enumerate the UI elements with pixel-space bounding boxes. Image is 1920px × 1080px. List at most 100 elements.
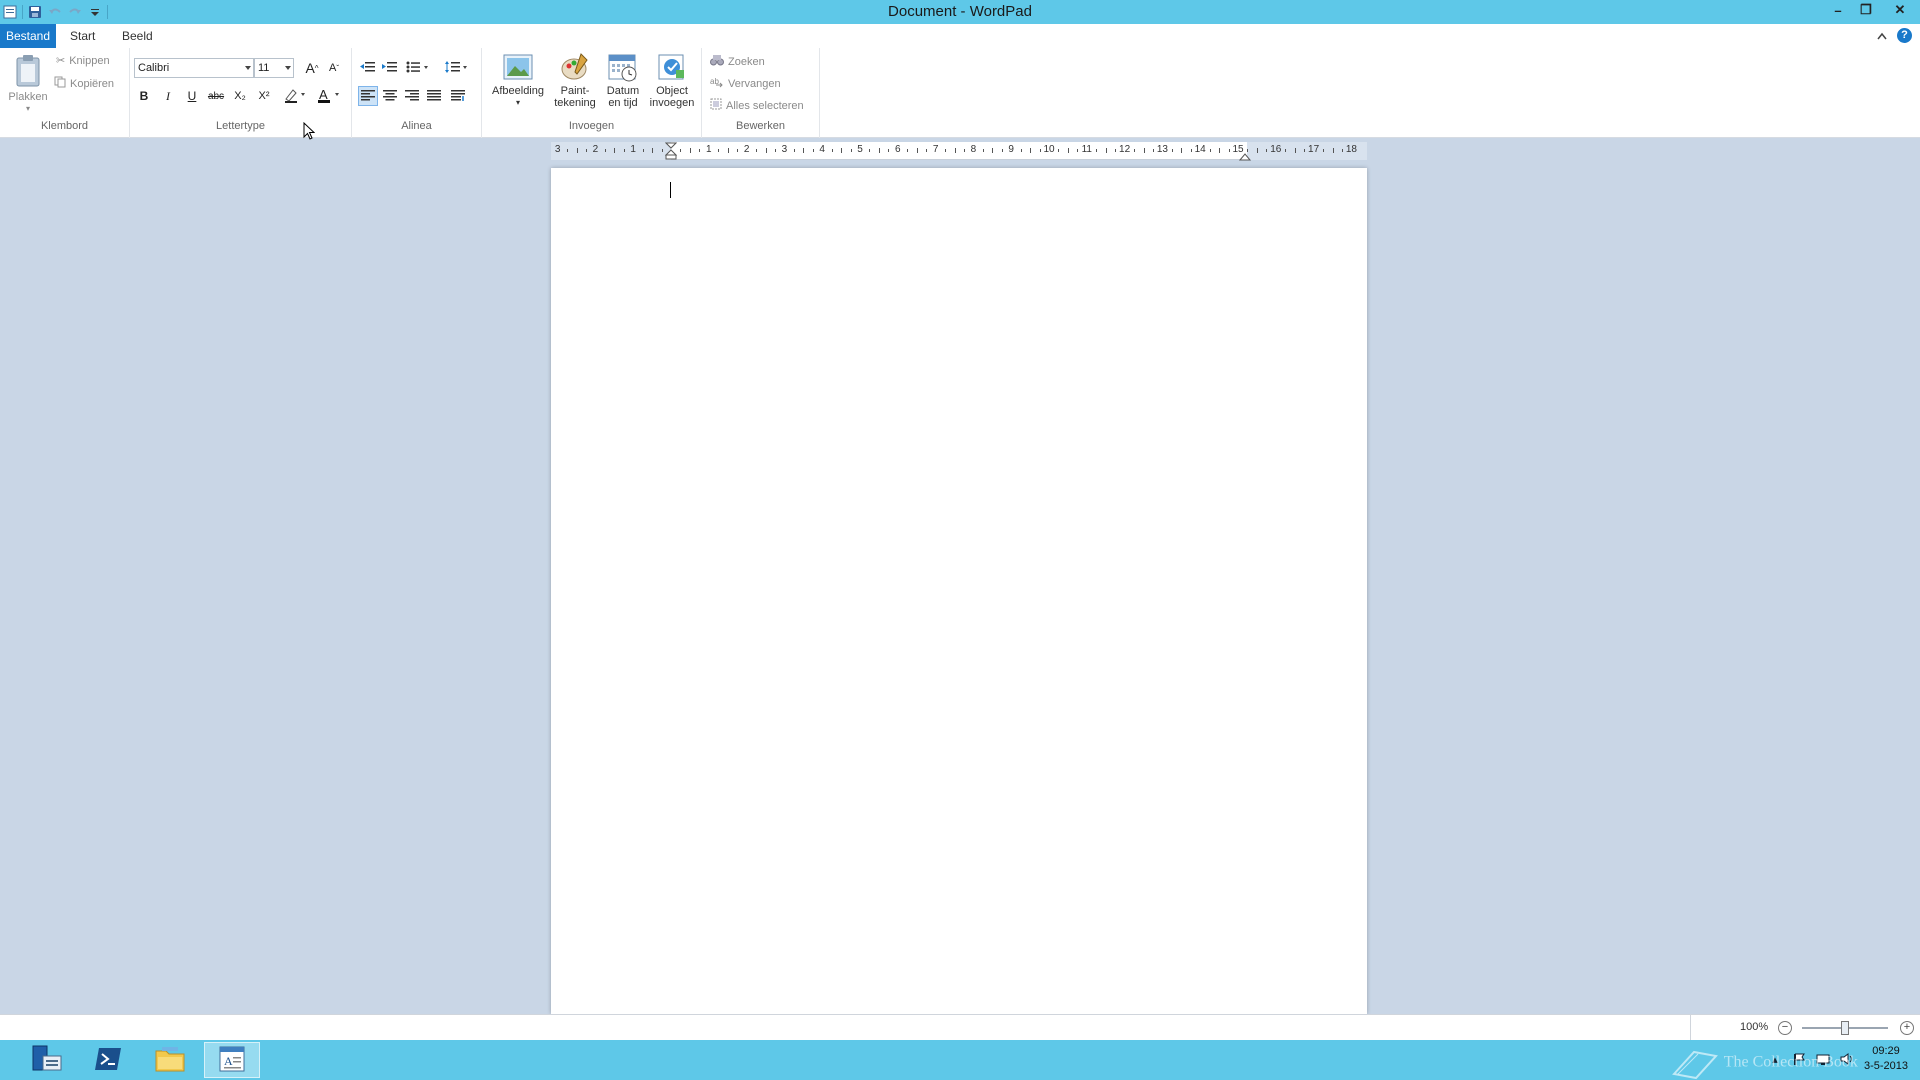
line-spacing-button[interactable] bbox=[442, 58, 472, 78]
ruler-label: 10 bbox=[1043, 144, 1055, 155]
ruler-tick bbox=[1067, 148, 1069, 153]
select-all-button[interactable]: Alles selecteren bbox=[710, 98, 804, 113]
tab-file[interactable]: Bestand bbox=[0, 24, 56, 48]
ruler-tick bbox=[1001, 149, 1003, 152]
close-button[interactable]: ✕ bbox=[1880, 0, 1920, 20]
copy-icon bbox=[54, 76, 66, 91]
taskbar-file-explorer[interactable] bbox=[142, 1042, 198, 1078]
ruler-tick bbox=[888, 149, 890, 152]
watermark: The Collection Book bbox=[1670, 1046, 1858, 1080]
ruler-label: 11 bbox=[1081, 144, 1092, 155]
ruler-tick bbox=[869, 149, 871, 152]
ruler-label: 5 bbox=[857, 144, 863, 155]
replace-button[interactable]: ab Vervangen bbox=[710, 76, 781, 91]
chevron-down-icon bbox=[285, 66, 291, 70]
ruler-tick bbox=[604, 149, 606, 152]
paragraph-group-label: Alinea bbox=[401, 120, 432, 132]
ruler-tick bbox=[737, 149, 739, 152]
bullets-button[interactable] bbox=[404, 58, 434, 78]
minimize-button[interactable]: – bbox=[1824, 0, 1852, 20]
align-left-button[interactable] bbox=[358, 86, 378, 106]
ribbon-tabs: Bestand Start Beeld bbox=[0, 24, 1920, 48]
taskbar-wordpad[interactable]: A bbox=[204, 1042, 260, 1078]
ruler-tick bbox=[1096, 149, 1098, 152]
font-family-select[interactable]: Calibri bbox=[134, 58, 254, 78]
highlighter-icon bbox=[283, 87, 307, 106]
font-size-select[interactable]: 11 bbox=[254, 58, 294, 78]
find-button[interactable]: Zoeken bbox=[710, 54, 765, 69]
ruler-tick bbox=[567, 149, 569, 152]
restore-button[interactable]: ❐ bbox=[1852, 0, 1880, 20]
ruler-tick bbox=[1332, 148, 1334, 153]
font-color-button[interactable]: A bbox=[314, 86, 344, 106]
font-group-label: Lettertype bbox=[216, 120, 265, 132]
paint-label-line2: tekening bbox=[554, 97, 596, 109]
copy-label: Kopiëren bbox=[70, 77, 115, 90]
underline-button[interactable]: U bbox=[182, 86, 202, 106]
ruler-tick bbox=[1266, 149, 1268, 152]
clock[interactable]: 09:29 3-5-2013 bbox=[1864, 1044, 1908, 1074]
first-line-indent-marker[interactable] bbox=[664, 142, 678, 163]
ruler-tick bbox=[1304, 149, 1306, 152]
object-label-line2: invoegen bbox=[649, 97, 695, 109]
copy-button[interactable]: Kopiëren bbox=[54, 76, 114, 91]
taskbar-powershell[interactable] bbox=[80, 1042, 136, 1078]
help-icon[interactable]: ? bbox=[1897, 28, 1912, 43]
taskbar-server-manager[interactable] bbox=[18, 1042, 74, 1078]
paste-label: Plakken bbox=[8, 91, 48, 103]
ruler-tick bbox=[831, 149, 833, 152]
ruler-tick bbox=[614, 148, 616, 153]
subscript-button[interactable]: X₂ bbox=[230, 86, 250, 106]
ruler-tick bbox=[1171, 149, 1173, 152]
grow-font-button[interactable]: A ^ bbox=[302, 58, 322, 78]
ruler-tick bbox=[756, 149, 758, 152]
bold-button[interactable]: B bbox=[134, 86, 154, 106]
ruler-tick bbox=[699, 149, 701, 152]
justify-button[interactable] bbox=[424, 86, 444, 106]
select-all-label: Alles selecteren bbox=[726, 99, 804, 112]
ruler-label: 4 bbox=[819, 144, 825, 155]
paint-drawing-button[interactable]: Paint- tekening bbox=[550, 52, 600, 109]
ruler-tick bbox=[1143, 148, 1145, 153]
minimize-ribbon-icon[interactable] bbox=[1877, 29, 1887, 43]
ruler[interactable]: 3 2 1 1 2 3 4 5 6 7 8 9 10 11 12 13 14 15 16 17 18 bbox=[551, 142, 1367, 163]
zoom-slider-thumb[interactable] bbox=[1841, 1021, 1849, 1035]
insert-object-button[interactable]: Object invoegen bbox=[646, 52, 698, 109]
paragraph-icon bbox=[451, 89, 465, 104]
tab-view[interactable]: Beeld bbox=[114, 24, 161, 48]
ruler-tick bbox=[1020, 149, 1022, 152]
ruler-tick bbox=[1058, 149, 1060, 152]
decrease-indent-button[interactable] bbox=[358, 58, 378, 78]
strikethrough-button[interactable]: abc bbox=[206, 86, 226, 106]
document-page[interactable] bbox=[551, 168, 1367, 1014]
ruler-tick bbox=[1077, 149, 1079, 152]
find-label: Zoeken bbox=[728, 55, 765, 68]
increase-indent-button[interactable] bbox=[380, 58, 400, 78]
superscript-button[interactable]: X² bbox=[254, 86, 274, 106]
italic-button[interactable]: I bbox=[158, 86, 178, 106]
align-right-button[interactable] bbox=[402, 86, 422, 106]
ruler-tick bbox=[1039, 149, 1041, 152]
calendar-icon bbox=[607, 52, 639, 85]
ruler-label: 3 bbox=[554, 144, 561, 155]
ruler-tick bbox=[1219, 148, 1221, 153]
zoom-out-button[interactable]: − bbox=[1778, 1021, 1792, 1035]
paste-button[interactable]: Plakken ▾ bbox=[6, 54, 50, 115]
insert-picture-button[interactable]: Afbeelding ▾ bbox=[488, 52, 548, 109]
ruler-tick bbox=[1341, 149, 1343, 152]
zoom-slider[interactable] bbox=[1802, 1021, 1888, 1035]
paragraph-button[interactable] bbox=[448, 86, 468, 106]
ruler-tick bbox=[907, 149, 909, 152]
date-time-label-line1: Datum bbox=[606, 85, 640, 97]
picture-icon bbox=[502, 52, 534, 85]
ruler-tick bbox=[727, 148, 729, 153]
cut-button[interactable]: ✂ Knippen bbox=[56, 54, 110, 68]
ruler-tick bbox=[1134, 149, 1136, 152]
ruler-tick bbox=[623, 149, 625, 152]
align-center-button[interactable] bbox=[380, 86, 400, 106]
shrink-font-button[interactable]: Aˇ bbox=[324, 58, 344, 78]
tab-home[interactable]: Start bbox=[62, 24, 103, 48]
zoom-in-button[interactable]: + bbox=[1900, 1021, 1914, 1035]
highlight-color-button[interactable] bbox=[280, 86, 310, 106]
date-time-button[interactable]: Datum en tijd bbox=[600, 52, 646, 109]
